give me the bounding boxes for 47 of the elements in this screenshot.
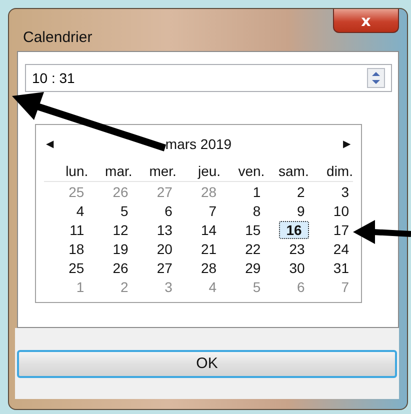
weekday-label: dim. <box>326 163 353 179</box>
day-cell[interactable]: 18 <box>64 240 88 258</box>
day-cell[interactable]: 27 <box>152 258 176 276</box>
weekday-label: lun. <box>64 163 88 179</box>
day-cell[interactable]: 9 <box>293 202 309 220</box>
day-cell[interactable]: 25 <box>64 258 88 276</box>
day-cell[interactable]: 19 <box>108 240 132 258</box>
day-cell[interactable]: 12 <box>108 220 132 238</box>
weekday-label: ven. <box>237 163 265 179</box>
day-cell[interactable]: 16 <box>279 220 309 238</box>
window-title: Calendrier <box>23 29 92 46</box>
day-cell[interactable]: 20 <box>152 240 176 258</box>
weekday-label: mer. <box>148 163 176 179</box>
day-cell[interactable]: 7 <box>204 202 221 220</box>
spinner-icon[interactable] <box>367 68 385 88</box>
weekday-label: sam. <box>278 163 309 179</box>
month-title: mars 2019 <box>165 136 232 152</box>
day-cell[interactable]: 26 <box>108 258 132 276</box>
arrow <box>353 220 411 246</box>
day-cell[interactable]: 17 <box>329 220 353 238</box>
next-month-button[interactable]: ▶ <box>341 138 353 150</box>
previous-month-button[interactable]: ◀ <box>44 138 56 150</box>
day-cell[interactable]: 14 <box>196 220 221 238</box>
ok-button[interactable]: OK <box>17 350 397 378</box>
close-button[interactable]: x <box>333 9 399 33</box>
day-cell[interactable]: 6 <box>160 202 176 220</box>
day-cell[interactable]: 13 <box>152 220 176 238</box>
day-cell[interactable]: 3 <box>337 182 353 200</box>
time-field[interactable]: 10 : 31 <box>25 64 392 92</box>
day-cell[interactable]: 30 <box>285 258 309 276</box>
day-cell[interactable]: 22 <box>241 240 265 258</box>
day-cell[interactable]: 24 <box>329 240 353 258</box>
day-cell[interactable]: 28 <box>196 258 221 276</box>
day-cell[interactable]: 15 <box>241 220 265 238</box>
day-cell[interactable]: 31 <box>329 258 353 276</box>
day-cell[interactable]: 23 <box>285 240 309 258</box>
day-cell[interactable]: 29 <box>241 258 265 276</box>
day-cell[interactable]: 2 <box>293 182 309 200</box>
day-cell[interactable]: 4 <box>72 202 88 220</box>
day-cell[interactable]: 8 <box>248 202 265 220</box>
day-cell[interactable]: 10 <box>329 202 353 220</box>
day-cell[interactable]: 1 <box>248 182 265 200</box>
weekday-label: mar. <box>104 163 132 179</box>
day-cell[interactable]: 5 <box>116 202 132 220</box>
day-cell[interactable]: 11 <box>66 220 88 238</box>
weekday-label: jeu. <box>196 163 221 179</box>
day-cell[interactable]: 21 <box>196 240 221 258</box>
